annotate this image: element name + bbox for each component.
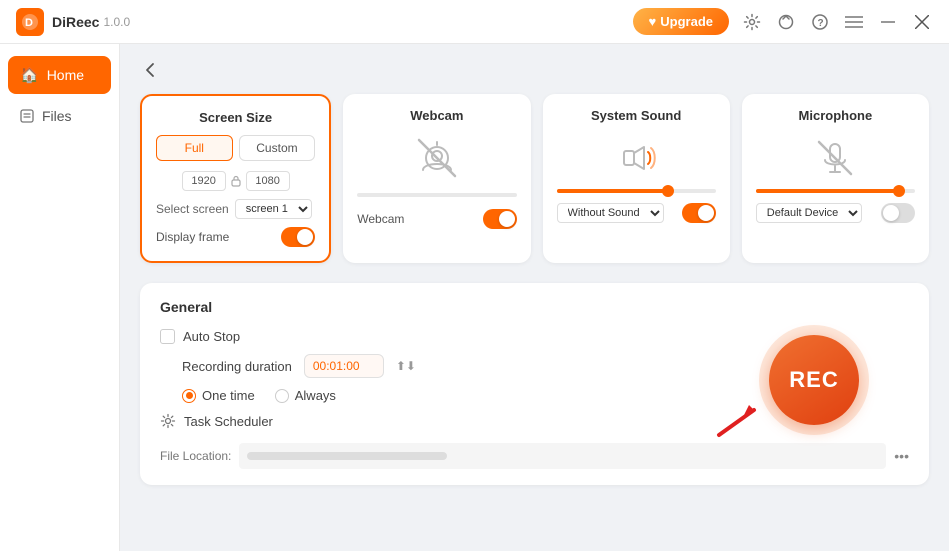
webcam-icon bbox=[412, 133, 462, 183]
sidebar-item-files[interactable]: Files bbox=[8, 98, 111, 134]
full-button[interactable]: Full bbox=[156, 135, 233, 161]
content-area: Screen Size Full Custom Select screen sc… bbox=[120, 44, 949, 551]
lock-icon bbox=[230, 175, 242, 187]
system-sound-icon bbox=[611, 133, 661, 183]
webcam-title: Webcam bbox=[357, 108, 516, 123]
system-sound-title: System Sound bbox=[557, 108, 716, 123]
system-sound-slider[interactable] bbox=[557, 189, 716, 193]
upgrade-heart-icon: ♥ bbox=[649, 14, 657, 29]
recording-duration-label: Recording duration bbox=[182, 359, 292, 374]
sidebar-item-home[interactable]: 🏠 Home bbox=[8, 56, 111, 94]
file-location-row: File Location: ••• bbox=[160, 443, 909, 469]
minimize-button[interactable] bbox=[877, 11, 899, 33]
system-sound-toggle-thumb bbox=[698, 205, 714, 221]
help-icon[interactable]: ? bbox=[809, 11, 831, 33]
svg-text:?: ? bbox=[818, 18, 824, 29]
files-icon bbox=[20, 109, 34, 123]
display-frame-toggle[interactable] bbox=[281, 227, 315, 247]
rec-button[interactable]: REC bbox=[769, 335, 859, 425]
screen-size-card: Screen Size Full Custom Select screen sc… bbox=[140, 94, 331, 263]
screen-select[interactable]: screen 1 bbox=[235, 199, 312, 219]
microphone-card: Microphone bbox=[742, 94, 929, 263]
sidebar: 🏠 Home Files bbox=[0, 44, 120, 551]
main-layout: 🏠 Home Files Screen Size Full Custom bbox=[0, 44, 949, 551]
microphone-title: Microphone bbox=[756, 108, 915, 123]
radio-one-time-label: One time bbox=[202, 388, 255, 403]
select-screen-row: Select screen screen 1 bbox=[156, 199, 315, 219]
refresh-icon[interactable] bbox=[775, 11, 797, 33]
task-scheduler-label: Task Scheduler bbox=[184, 414, 273, 429]
gear-icon bbox=[160, 413, 176, 429]
webcam-card-bottom: Webcam bbox=[357, 209, 516, 229]
microphone-slider[interactable] bbox=[756, 189, 915, 193]
file-path-display bbox=[239, 443, 886, 469]
microphone-toggle-thumb bbox=[883, 205, 899, 221]
sidebar-home-label: Home bbox=[47, 67, 84, 83]
webcam-slider-track[interactable] bbox=[357, 193, 516, 197]
microphone-slider-thumb bbox=[893, 185, 905, 197]
file-location-menu[interactable]: ••• bbox=[894, 448, 909, 464]
upgrade-button[interactable]: ♥ Upgrade bbox=[633, 8, 729, 35]
webcam-toggle[interactable] bbox=[483, 209, 517, 229]
app-name: DiReec bbox=[52, 14, 99, 30]
titlebar: D DiReec 1.0.0 ♥ Upgrade ? bbox=[0, 0, 949, 44]
device-select-row: Default Device bbox=[756, 203, 862, 223]
upgrade-label: Upgrade bbox=[660, 14, 713, 29]
radio-one-time-item[interactable]: One time bbox=[182, 388, 255, 403]
app-logo: D bbox=[16, 8, 44, 36]
file-path-bar bbox=[247, 452, 447, 460]
rec-arrow bbox=[709, 395, 769, 445]
duration-input[interactable] bbox=[304, 354, 384, 378]
microphone-toggle[interactable] bbox=[881, 203, 915, 223]
sound-select-row: Without Sound bbox=[557, 203, 664, 223]
webcam-card: Webcam Webcam bbox=[343, 94, 530, 263]
microphone-device-select[interactable]: Default Device bbox=[756, 203, 862, 223]
radio-always[interactable] bbox=[275, 389, 289, 403]
cards-row: Screen Size Full Custom Select screen sc… bbox=[140, 94, 929, 263]
titlebar-icons: ? bbox=[741, 11, 933, 33]
system-sound-toggle[interactable] bbox=[682, 203, 716, 223]
microphone-icon bbox=[810, 133, 860, 183]
webcam-label: Webcam bbox=[357, 212, 404, 226]
sound-select[interactable]: Without Sound bbox=[557, 203, 664, 223]
general-section: General Auto Stop Recording duration ⬆⬇ … bbox=[140, 283, 929, 485]
menu-icon[interactable] bbox=[843, 11, 865, 33]
toggle-thumb bbox=[297, 229, 313, 245]
sidebar-files-label: Files bbox=[42, 108, 72, 124]
rec-container: REC bbox=[759, 325, 869, 435]
screen-size-btn-group: Full Custom bbox=[156, 135, 315, 161]
svg-text:D: D bbox=[25, 17, 33, 29]
screen-size-title: Screen Size bbox=[156, 110, 315, 125]
home-icon: 🏠 bbox=[20, 66, 39, 84]
system-sound-card-bottom: Without Sound bbox=[557, 203, 716, 223]
app-version: 1.0.0 bbox=[103, 15, 130, 29]
width-input[interactable] bbox=[182, 171, 226, 191]
custom-button[interactable]: Custom bbox=[239, 135, 316, 161]
system-sound-slider-thumb bbox=[662, 185, 674, 197]
general-title: General bbox=[160, 299, 909, 315]
height-input[interactable] bbox=[246, 171, 290, 191]
radio-one-time[interactable] bbox=[182, 389, 196, 403]
system-sound-card: System Sound Without bbox=[543, 94, 730, 263]
settings-icon[interactable] bbox=[741, 11, 763, 33]
microphone-card-bottom: Default Device bbox=[756, 203, 915, 223]
file-location-label: File Location: bbox=[160, 449, 231, 463]
radio-always-item[interactable]: Always bbox=[275, 388, 336, 403]
rec-outer-ring: REC bbox=[759, 325, 869, 435]
close-button[interactable] bbox=[911, 11, 933, 33]
duration-spinner-icon: ⬆⬇ bbox=[396, 359, 416, 373]
auto-stop-label: Auto Stop bbox=[183, 329, 240, 344]
resolution-row bbox=[156, 171, 315, 191]
rec-label: REC bbox=[789, 367, 838, 393]
radio-always-label: Always bbox=[295, 388, 336, 403]
display-frame-label: Display frame bbox=[156, 230, 229, 244]
webcam-toggle-thumb bbox=[499, 211, 515, 227]
select-screen-label: Select screen bbox=[156, 202, 229, 216]
back-button[interactable] bbox=[140, 60, 929, 80]
auto-stop-checkbox[interactable] bbox=[160, 329, 175, 344]
display-frame-row: Display frame bbox=[156, 227, 315, 247]
